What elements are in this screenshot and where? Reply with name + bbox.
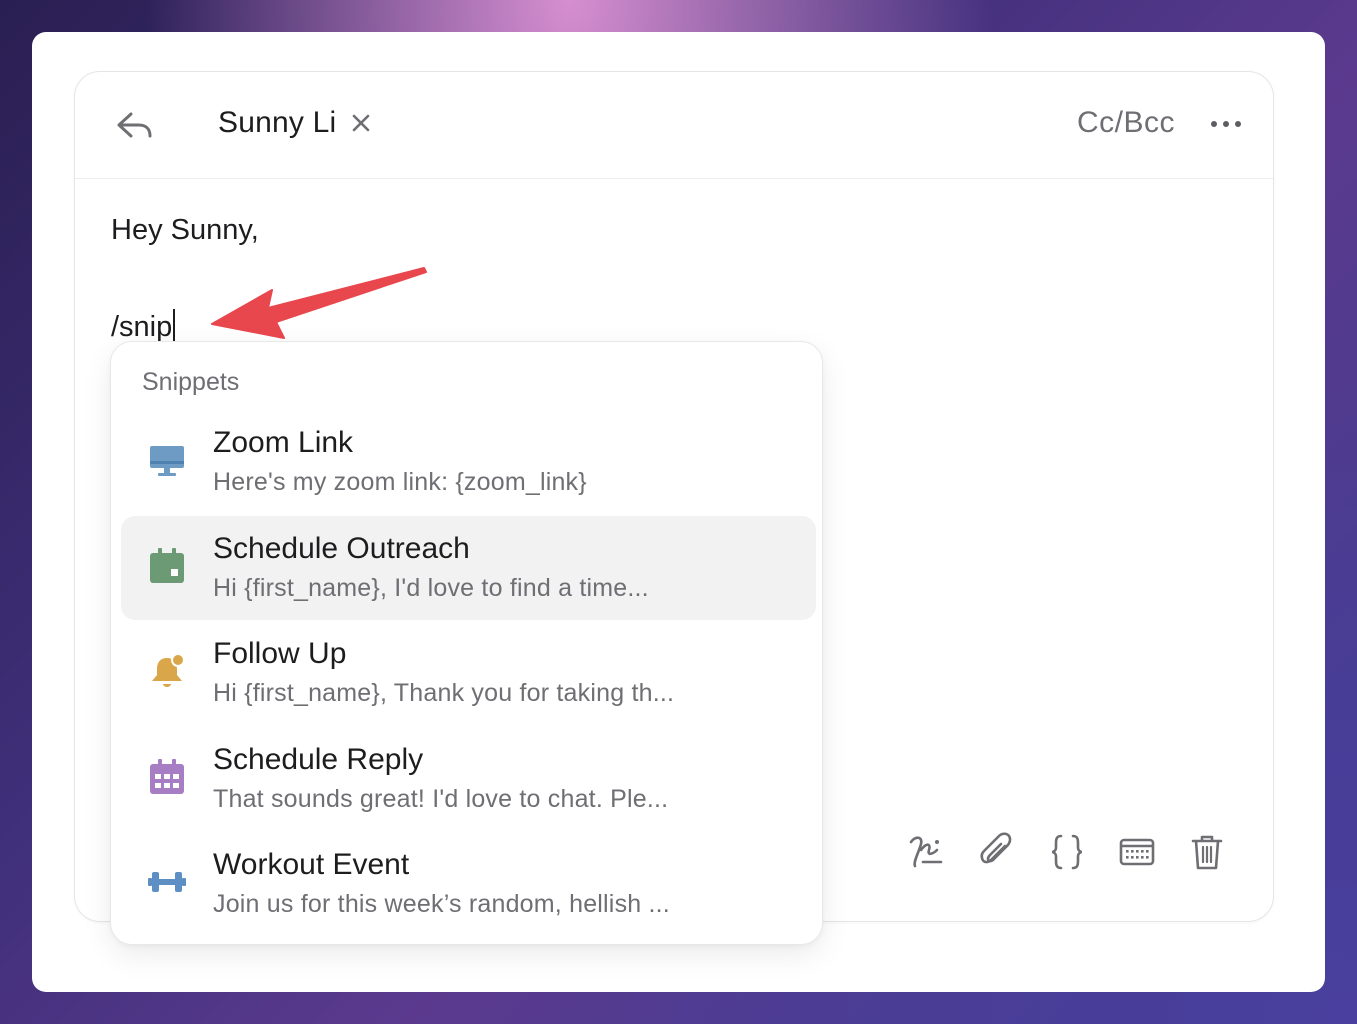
slash-command-text: /snip (111, 311, 173, 343)
reply-icon[interactable] (115, 108, 155, 144)
annotation-arrow (211, 267, 427, 339)
close-icon[interactable] (350, 112, 372, 134)
signature-icon[interactable] (907, 832, 947, 872)
keyboard-icon[interactable] (1117, 832, 1157, 872)
snippet-title: Follow Up (213, 637, 347, 670)
ellipsis-icon[interactable] (1209, 112, 1243, 136)
snippets-popup: Snippets Zoom Link Here's my zoom link: … (110, 341, 823, 945)
trash-icon[interactable] (1187, 832, 1227, 872)
snippet-title: Schedule Reply (213, 743, 424, 776)
snippet-item-zoom-link[interactable]: Zoom Link Here's my zoom link: {zoom_lin… (121, 410, 816, 514)
snippet-preview: Join us for this week’s random, hellish … (213, 890, 670, 918)
snippet-title: Schedule Outreach (213, 532, 470, 565)
calendar-icon (150, 548, 184, 583)
snippet-title: Zoom Link (213, 426, 354, 459)
compose-header: Sunny Li Cc/Bcc (75, 72, 1273, 179)
snippet-item-follow-up[interactable]: Follow Up Hi {first_name}, Thank you for… (121, 621, 816, 725)
calendar-grid-icon (150, 759, 184, 794)
compose-toolbar (895, 832, 1235, 882)
snippet-item-workout-event[interactable]: Workout Event Join us for this week’s ra… (121, 832, 816, 936)
braces-icon[interactable] (1047, 832, 1087, 872)
snippet-item-schedule-reply[interactable]: Schedule Reply That sounds great! I'd lo… (121, 727, 816, 831)
bell-icon (152, 653, 185, 687)
recipient-name: Sunny Li (218, 106, 337, 139)
slash-command-input[interactable]: /snip (111, 309, 176, 344)
snippet-preview: Hi {first_name}, I'd love to find a time… (213, 574, 649, 602)
text-cursor (173, 309, 176, 341)
snippet-preview: That sounds great! I'd love to chat. Ple… (213, 785, 669, 813)
paperclip-icon[interactable] (977, 832, 1017, 872)
email-greeting[interactable]: Hey Sunny, (111, 214, 259, 247)
monitor-icon (150, 446, 184, 476)
cc-bcc-button[interactable]: Cc/Bcc (1077, 106, 1175, 140)
snippet-item-schedule-outreach[interactable]: Schedule Outreach Hi {first_name}, I'd l… (121, 516, 816, 620)
snippets-heading: Snippets (142, 368, 240, 396)
snippet-preview: Here's my zoom link: {zoom_link} (213, 468, 587, 496)
snippet-title: Workout Event (213, 848, 410, 881)
snippet-preview: Hi {first_name}, Thank you for taking th… (213, 679, 675, 707)
recipient-chip[interactable]: Sunny Li (218, 106, 372, 140)
dumbbell-icon (148, 872, 186, 892)
